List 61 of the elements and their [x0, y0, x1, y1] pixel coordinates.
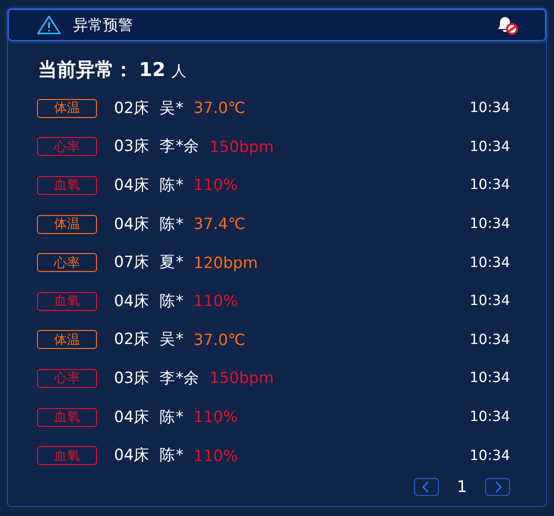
alert-tag: 血氧 — [37, 446, 97, 466]
chevron-right-icon — [492, 480, 502, 492]
alert-time: 10:34 — [470, 293, 510, 310]
alert-time: 10:34 — [470, 370, 510, 386]
alert-tag: 体温 — [37, 330, 97, 350]
warning-icon — [37, 15, 61, 35]
bed-number: 03床 — [114, 136, 150, 158]
patient-name: 吴* — [160, 329, 184, 350]
page-number: 1 — [456, 477, 467, 496]
alert-time: 10:34 — [470, 100, 510, 116]
alert-time: 10:34 — [470, 254, 510, 271]
bed-number: 04床 — [114, 406, 150, 428]
alert-tag: 体温 — [37, 214, 97, 234]
alert-value: 150bpm — [209, 138, 275, 156]
alert-tag: 心率 — [37, 368, 97, 388]
patient-name: 李*余 — [160, 136, 200, 158]
alert-tag: 血氧 — [37, 292, 97, 311]
patient-name: 吴* — [160, 98, 184, 119]
alert-value: 110% — [193, 408, 239, 426]
patient-name: 夏* — [160, 252, 184, 274]
bed-number: 04床 — [114, 214, 150, 235]
alert-tag: 心率 — [37, 137, 97, 156]
patient-name: 陈* — [160, 174, 184, 196]
alert-time: 10:34 — [470, 177, 510, 194]
panel-title: 异常预警 — [73, 16, 134, 34]
alert-value: 150bpm — [209, 369, 275, 388]
muted-bell-icon[interactable] — [495, 15, 519, 35]
alert-value: 37.0℃ — [193, 99, 246, 118]
chevron-left-icon — [421, 480, 432, 492]
alert-time: 10:34 — [470, 216, 510, 232]
bed-number: 07床 — [114, 252, 150, 274]
patient-name: 陈* — [160, 214, 184, 235]
alert-tag: 血氧 — [37, 176, 97, 195]
previous-page-button[interactable] — [414, 478, 439, 496]
alert-time: 10:34 — [470, 448, 510, 464]
bed-number: 02床 — [114, 329, 150, 350]
count-unit: 人 — [171, 62, 186, 81]
patient-name: 陈* — [160, 290, 184, 312]
bed-number: 04床 — [114, 445, 150, 466]
patient-name: 陈* — [160, 406, 184, 428]
alert-value: 37.4℃ — [193, 215, 246, 234]
next-page-button[interactable] — [485, 478, 510, 496]
alert-tag: 血氧 — [37, 408, 97, 427]
bed-number: 04床 — [114, 290, 150, 312]
alert-tag: 体温 — [37, 98, 97, 118]
patient-name: 李*余 — [160, 368, 200, 389]
alert-value: 110% — [193, 176, 239, 194]
summary-label: 当前异常： — [38, 58, 133, 83]
alert-value: 37.0℃ — [193, 330, 246, 349]
alert-tag: 心率 — [37, 253, 97, 272]
abnormal-count: 12 — [139, 59, 166, 81]
alert-value: 110% — [193, 292, 239, 310]
patient-name: 陈* — [160, 445, 184, 466]
bed-number: 02床 — [114, 98, 150, 119]
bed-number: 03床 — [114, 368, 150, 389]
alert-value: 120bpm — [193, 254, 259, 272]
alert-time: 10:34 — [470, 409, 510, 426]
alert-time: 10:34 — [470, 332, 510, 348]
alert-value: 110% — [193, 446, 239, 465]
alert-time: 10:34 — [470, 138, 510, 155]
bed-number: 04床 — [114, 174, 150, 196]
